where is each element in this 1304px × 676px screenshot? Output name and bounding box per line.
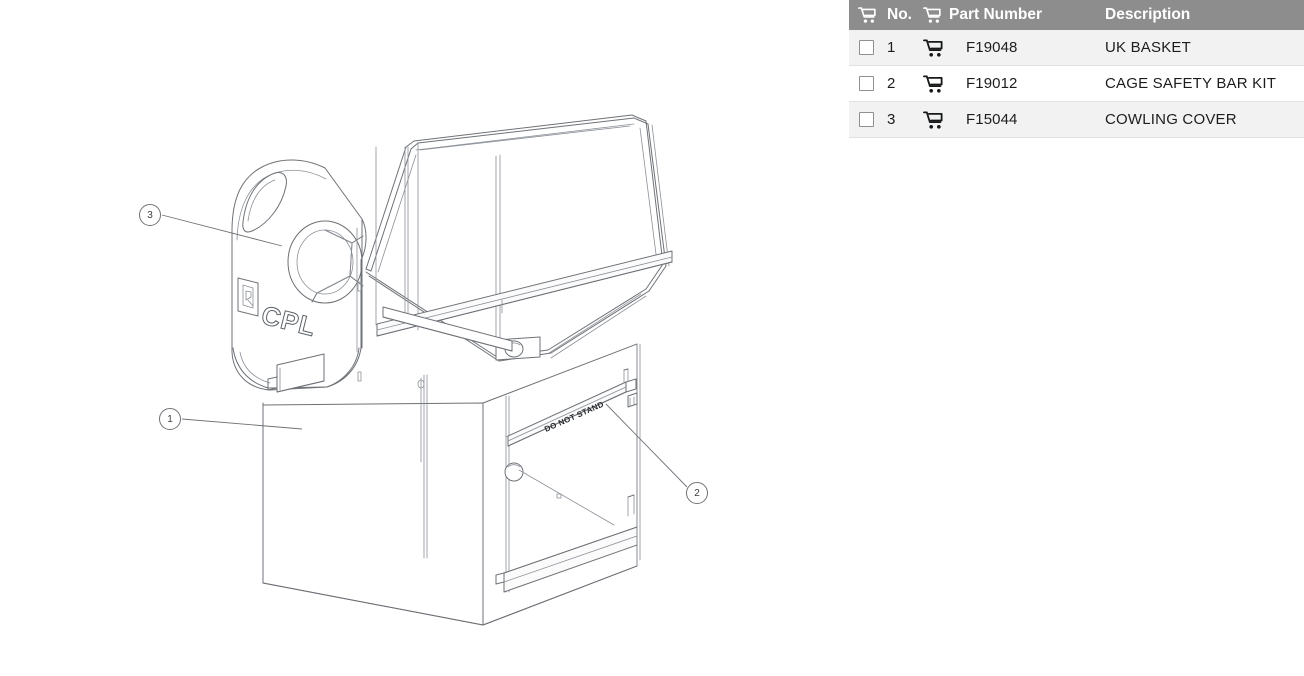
table-row[interactable]: 3 F15044 COWLING COVER: [849, 101, 1304, 138]
row-part-number-cell: F15044: [956, 101, 1101, 138]
add-to-cart-icon[interactable]: [923, 74, 944, 94]
row-no-cell: 3: [887, 101, 923, 138]
add-to-cart-icon[interactable]: [923, 110, 944, 130]
parts-table: No. Part Number Description 1 F19048 UK …: [849, 0, 1304, 138]
row-no-label: 1: [887, 39, 896, 56]
header-description-label: Description: [1105, 6, 1191, 23]
header-part-number-cell: Part Number: [923, 0, 1101, 30]
row-cart-cell[interactable]: [923, 30, 956, 66]
row-part-number: F19012: [966, 75, 1018, 92]
row-checkbox-cell[interactable]: [849, 65, 887, 102]
row-description: COWLING COVER: [1105, 111, 1237, 128]
select-all-cart-icon[interactable]: [858, 6, 877, 24]
row-no-cell: 2: [887, 65, 923, 102]
header-description-cell: Description: [1101, 0, 1304, 30]
header-cart-icon[interactable]: [923, 6, 942, 24]
row-cart-cell[interactable]: [923, 101, 956, 138]
row-no-label: 3: [887, 111, 896, 128]
parts-table-header-row: No. Part Number Description: [849, 0, 1304, 30]
row-no-label: 2: [887, 75, 896, 92]
row-checkbox[interactable]: [859, 40, 874, 55]
row-checkbox[interactable]: [859, 112, 874, 127]
table-row[interactable]: 1 F19048 UK BASKET: [849, 30, 1304, 66]
parts-table-header: No. Part Number Description: [849, 0, 1304, 30]
row-description-cell: COWLING COVER: [1101, 101, 1304, 138]
balloon-1-label: 1: [167, 414, 173, 425]
row-description-cell: UK BASKET: [1101, 30, 1304, 66]
table-row[interactable]: 2 F19012 CAGE SAFETY BAR KIT: [849, 65, 1304, 102]
balloon-2-label: 2: [694, 488, 700, 499]
row-description: UK BASKET: [1105, 39, 1191, 56]
parts-table-body: 1 F19048 UK BASKET 2 F19012 CAGE SAFETY …: [849, 30, 1304, 138]
row-part-number-cell: F19012: [956, 65, 1101, 102]
add-to-cart-icon[interactable]: [923, 38, 944, 58]
header-no-cell: No.: [887, 0, 923, 30]
technical-drawing-pane: DO NOT STAND CPL 3 1 2: [0, 0, 849, 676]
row-no-cell: 1: [887, 30, 923, 66]
balloon-3-label: 3: [147, 210, 153, 221]
row-part-number-cell: F19048: [956, 30, 1101, 66]
header-part-number-label: Part Number: [949, 6, 1043, 23]
row-part-number: F19048: [966, 39, 1018, 56]
row-description: CAGE SAFETY BAR KIT: [1105, 75, 1277, 92]
row-part-number: F15044: [966, 111, 1018, 128]
assembly-drawing: DO NOT STAND CPL 3 1 2: [139, 114, 708, 626]
row-checkbox-cell[interactable]: [849, 101, 887, 138]
cowling-cover: CPL: [231, 159, 367, 393]
row-cart-cell[interactable]: [923, 65, 956, 102]
header-no-label: No.: [887, 6, 912, 23]
row-description-cell: CAGE SAFETY BAR KIT: [1101, 65, 1304, 102]
header-select-all-cell[interactable]: [849, 0, 887, 30]
row-checkbox[interactable]: [859, 76, 874, 91]
row-checkbox-cell[interactable]: [849, 30, 887, 66]
